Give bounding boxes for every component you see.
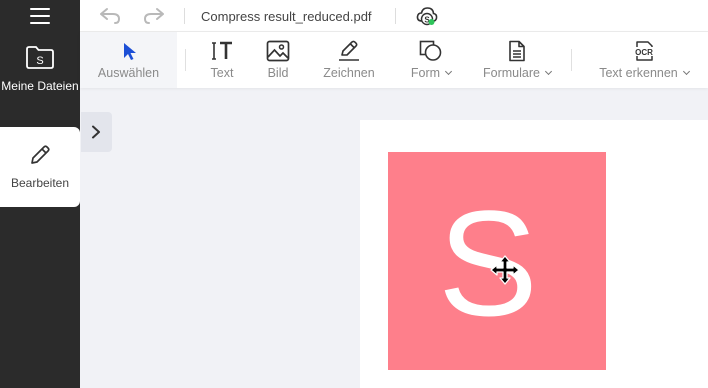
tool-form[interactable]: Form	[406, 32, 456, 88]
tool-label: Text erkennen	[599, 66, 678, 80]
shapes-icon	[419, 40, 442, 61]
left-sidebar: S Meine Dateien Bearbeiten	[0, 0, 80, 388]
edit-toolbar: Auswählen Text Bild Zeichnen Form Formul…	[80, 32, 708, 88]
svg-text:S: S	[36, 55, 43, 67]
divider	[571, 49, 572, 71]
sidebar-item-bearbeiten[interactable]: Bearbeiten	[0, 127, 80, 207]
tool-text-erkennen[interactable]: OCR Text erkennen	[594, 32, 694, 88]
chevron-down-icon	[544, 67, 553, 76]
chevron-down-icon	[682, 67, 690, 76]
tool-label: Bild	[267, 66, 289, 80]
redo-icon[interactable]	[142, 7, 166, 25]
tool-zeichnen[interactable]: Zeichnen	[318, 32, 380, 88]
tool-formulare[interactable]: Formulare	[478, 32, 556, 88]
cursor-arrow-icon	[123, 43, 136, 60]
text-cursor-icon	[212, 41, 232, 60]
tool-text[interactable]: Text	[200, 32, 244, 88]
logo-letter: S	[438, 179, 538, 347]
document-filename[interactable]: Compress result_reduced.pdf	[201, 9, 372, 24]
move-cursor-icon	[490, 255, 520, 285]
form-document-icon	[509, 40, 525, 62]
ocr-icon: OCR	[632, 41, 656, 61]
tool-label: Auswählen	[97, 66, 160, 80]
tool-auswaehlen[interactable]: Auswählen	[80, 32, 177, 88]
divider	[184, 8, 185, 24]
hamburger-menu-icon[interactable]	[30, 8, 50, 24]
chevron-right-icon	[92, 125, 100, 139]
undo-icon[interactable]	[98, 7, 122, 25]
image-icon	[266, 40, 290, 62]
sidebar-item-meine-dateien[interactable]: S Meine Dateien	[0, 44, 80, 127]
cloud-sync-icon[interactable]: S	[416, 6, 438, 26]
tool-label: Zeichnen	[323, 66, 375, 80]
top-bar: Compress result_reduced.pdf S	[80, 0, 708, 32]
pencil-icon	[31, 145, 50, 164]
divider	[395, 8, 396, 24]
tool-label: Formulare	[483, 66, 540, 80]
tool-label: Form	[410, 66, 441, 80]
sidebar-item-label: Meine Dateien	[1, 79, 79, 93]
pen-draw-icon	[339, 40, 359, 61]
chevron-down-icon	[445, 67, 453, 76]
svg-text:OCR: OCR	[635, 48, 653, 57]
expand-panel-button[interactable]	[81, 112, 112, 152]
tool-label: Text	[210, 66, 234, 80]
folder-s-icon: S	[26, 46, 54, 69]
sidebar-item-label: Bearbeiten	[10, 176, 70, 190]
divider	[185, 49, 186, 71]
tool-bild[interactable]: Bild	[257, 32, 299, 88]
